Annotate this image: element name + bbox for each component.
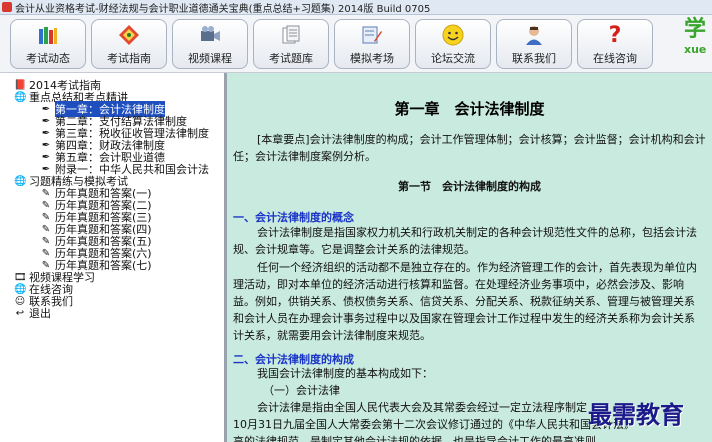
title-bar: 会计从业资格考试-财经法规与会计职业道德通关宝典(重点总结+习题集) 2014版… — [0, 0, 712, 15]
toolbar-button-label: 视频课程 — [188, 52, 232, 65]
pencil-icon: ✎ — [41, 235, 51, 247]
logo-text: 学 — [684, 17, 707, 42]
logo-subtext: xue — [684, 43, 707, 56]
toolbar-button-label: 考试指南 — [107, 52, 151, 65]
toolbar-button-exam-guide[interactable]: 考试指南 — [91, 19, 167, 69]
tree-item-label: 退出 — [29, 307, 51, 320]
pen-icon: ✒ — [41, 103, 51, 115]
video-icon: 🎞 — [14, 271, 27, 283]
tree-item[interactable]: ↩ 退出 — [0, 307, 224, 320]
exit-icon: ↩ — [15, 307, 25, 319]
question-icon: ? — [608, 22, 622, 48]
toolbar-button-contact[interactable]: 联系我们 — [496, 19, 572, 69]
pencil-icon: ✎ — [41, 211, 51, 223]
toolbar-button-label: 考试题库 — [269, 52, 313, 65]
papers-icon — [279, 24, 303, 46]
smiley-icon — [441, 24, 465, 46]
person-icon — [522, 24, 546, 46]
brand-logo: 学 xue — [684, 17, 712, 69]
chapter-summary-line: 任；会计法律制度案例分析。 — [233, 150, 376, 163]
toolbar-button-label: 考试动态 — [26, 52, 70, 65]
paragraph-line: 我国会计法律制度的基本构成如下： — [257, 367, 433, 380]
pencil-icon: ✎ — [41, 187, 51, 199]
paragraph-line: 理活动，即对本单位的经济活动进行核算和监督。在处理经济业务事项中，必然会涉及、影… — [233, 278, 684, 291]
toolbar-button-exam-news[interactable]: 考试动态 — [10, 19, 86, 69]
book-icon: 📕 — [14, 79, 27, 91]
globe-icon: 🌐 — [14, 91, 27, 103]
pen-icon: ✒ — [41, 115, 51, 127]
navigation-tree-panel: 📕 2014考试指南 🌐 重点总结和考点精讲 ✒ 第一章：会计法律制度 ✒ 第二章：支付结算法… — [0, 73, 227, 442]
paragraph-line: 规、会计规章等。它是调整会计关系的法律规范。 — [233, 243, 475, 256]
app-icon — [2, 2, 12, 12]
content-panel: 第一章 会计法律制度 [本章要点]会计法律制度的构成；会计工作管理体制；会计核算… — [227, 73, 712, 442]
toolbar-button-label: 在线咨询 — [593, 52, 637, 65]
pen-icon: ✒ — [41, 139, 51, 151]
chapter-summary-line: [本章要点]会计法律制度的构成；会计工作管理体制；会计核算；会计监督；会计机构和… — [257, 133, 706, 146]
paragraph-line: 益。例如，供销关系、债权债务关系、信贷关系、分配关系、税款征纳关系、管理与被管理… — [233, 295, 695, 308]
toolbar-button-label: 模拟考场 — [350, 52, 394, 65]
pencil-icon: ✎ — [41, 199, 51, 211]
smiley-icon: ☺ — [14, 295, 26, 307]
window-title: 会计从业资格考试-财经法规与会计职业道德通关宝典(重点总结+习题集) 2014版… — [15, 3, 431, 15]
chapter-title: 第一章 会计法律制度 — [394, 100, 545, 118]
toolbar-button-label: 联系我们 — [512, 52, 556, 65]
navigation-tree: 📕 2014考试指南 🌐 重点总结和考点精讲 ✒ 第一章：会计法律制度 ✒ 第二章：支付结算法… — [0, 79, 224, 320]
pencil-exam-icon — [360, 24, 384, 46]
watermark-text: 最需教育 — [588, 401, 684, 429]
paragraph-line: 和会计人员在办理会计事务过程中以及国家在管理会计工作过程中发生的经济关系称为会计… — [233, 312, 695, 325]
video-camera-icon — [198, 24, 222, 46]
paragraph-line: 高的法律规范，是制定其他会计法规的依据，也是指导会计工作的最高准则。 — [233, 435, 607, 442]
paragraph-line: 任何一个经济组织的活动都不是独立存在的。作为经济管理工作的会计，首先表现为单位内 — [257, 261, 697, 274]
toolbar-button-label: 论坛交流 — [431, 52, 475, 65]
toolbar-button-online-consult[interactable]: ? 在线咨询 — [577, 19, 653, 69]
pencil-icon: ✎ — [41, 247, 51, 259]
toolbar-button-forum[interactable]: 论坛交流 — [415, 19, 491, 69]
compass-icon — [117, 24, 141, 46]
pencil-icon: ✎ — [41, 223, 51, 235]
toolbar-button-question-bank[interactable]: 考试题库 — [253, 19, 329, 69]
books-icon — [36, 24, 60, 46]
toolbar-button-mock-exam[interactable]: 模拟考场 — [334, 19, 410, 69]
pen-icon: ✒ — [41, 151, 51, 163]
globe-icon: 🌐 — [14, 283, 27, 295]
section-title: 第一节 会计法律制度的构成 — [398, 180, 541, 193]
globe-icon: 🌐 — [14, 175, 27, 187]
paragraph-line: 计关系，就需要用会计法律制度来规范。 — [233, 329, 431, 342]
paragraph-line: 会计法律制度是指国家权力机关和行政机关制定的各种会计规范性文件的总称，包括会计法 — [257, 226, 697, 239]
main-toolbar: 考试动态 考试指南 视频课程 考试题库 模拟考场 论坛交流 联系我们 ? 在线咨… — [0, 15, 712, 73]
pen-icon: ✒ — [41, 127, 51, 139]
content-heading: 一、会计法律制度的概念 — [233, 211, 354, 224]
toolbar-button-video-course[interactable]: 视频课程 — [172, 19, 248, 69]
